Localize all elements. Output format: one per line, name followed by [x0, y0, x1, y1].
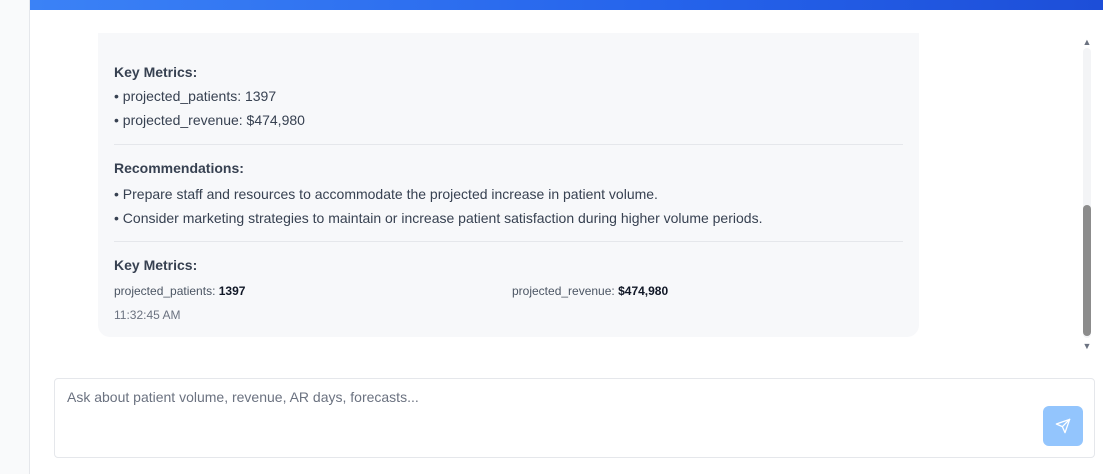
chevron-down-icon[interactable]: ▼ [1082, 341, 1092, 351]
send-icon [1055, 418, 1071, 434]
metric-value: 1397 [218, 284, 246, 298]
metric-label: projected_revenue: [512, 284, 615, 298]
metric-item-projected-patients: projected_patients: 1397 [114, 283, 245, 299]
metric-item-projected-revenue: projected_revenue: $474,980 [512, 283, 668, 299]
recommendation-item: • Consider marketing strategies to maint… [114, 210, 763, 226]
header-accent-bar [30, 0, 1103, 10]
section-divider [114, 241, 903, 242]
metrics-grid-heading: Key Metrics: [114, 257, 198, 273]
key-metrics-bullet: • projected_revenue: $474,980 [114, 112, 305, 128]
left-sidebar-rail [0, 0, 30, 474]
send-button[interactable] [1043, 406, 1083, 446]
message-timestamp: 11:32:45 AM [114, 308, 181, 322]
metrics-grid-section: Key Metrics: [114, 256, 903, 274]
key-metrics-section: Key Metrics: • projected_patients: 1397 … [114, 63, 903, 129]
recommendation-item: • Prepare staff and resources to accommo… [114, 186, 658, 202]
scrollbar-thumb[interactable] [1083, 205, 1091, 336]
recommendations-section: Recommendations: • Prepare staff and res… [114, 159, 903, 227]
chat-message-area[interactable]: Key Metrics: • projected_patients: 1397 … [31, 10, 1103, 362]
chat-input-container [54, 378, 1095, 458]
chat-input[interactable] [55, 379, 1035, 457]
key-metrics-heading: Key Metrics: [114, 64, 198, 80]
recommendations-heading: Recommendations: [114, 160, 244, 176]
section-divider [114, 144, 903, 145]
key-metrics-bullet: • projected_patients: 1397 [114, 88, 277, 104]
chat-scrollbar[interactable]: ▲ ▼ [1079, 34, 1095, 354]
assistant-message-card: Key Metrics: • projected_patients: 1397 … [98, 33, 919, 337]
chevron-up-icon[interactable]: ▲ [1082, 37, 1092, 47]
metric-label: projected_patients: [114, 284, 216, 298]
metric-value: $474,980 [618, 284, 669, 298]
